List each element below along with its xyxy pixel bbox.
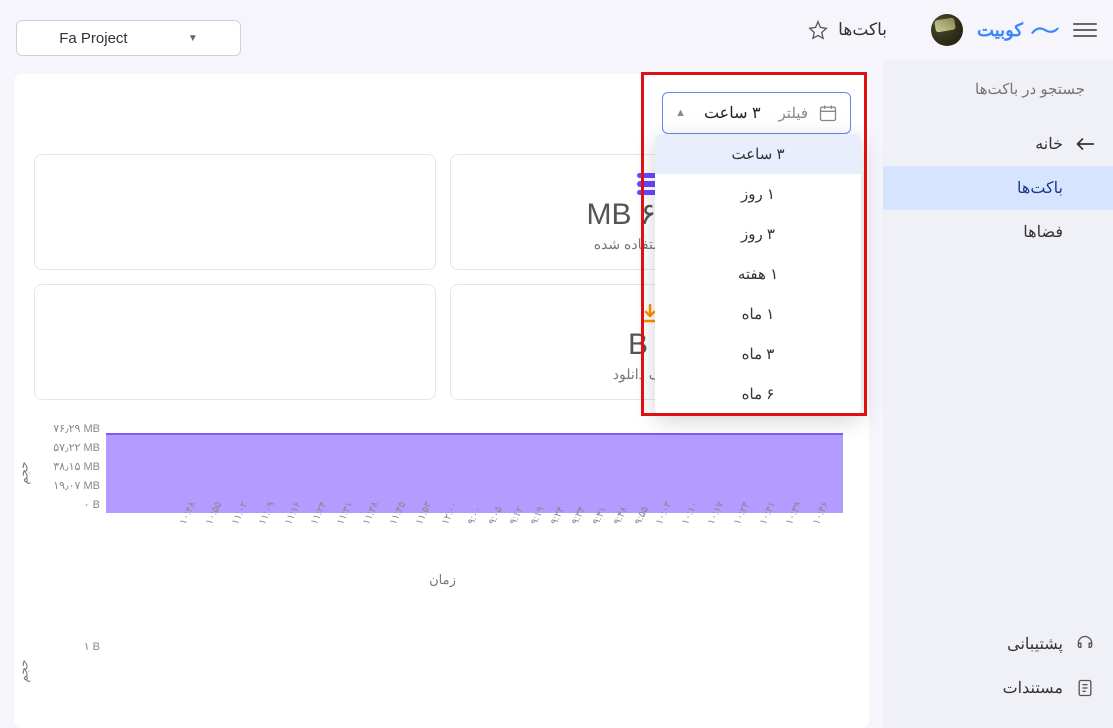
- filter-option[interactable]: ۱ ماه: [655, 294, 861, 334]
- filter-option[interactable]: ۳ ساعت: [655, 134, 861, 174]
- star-icon[interactable]: [808, 20, 828, 40]
- nav-docs[interactable]: مستندات: [883, 666, 1113, 710]
- wave-icon: [1031, 22, 1059, 38]
- filter-option[interactable]: ۶ ماه: [655, 374, 861, 414]
- sidebar: خانه باکت‌ها فضاها پشتیبانی مستندات: [883, 60, 1113, 728]
- filter-option[interactable]: ۱ هفته: [655, 254, 861, 294]
- nav-label: فضاها: [1023, 222, 1063, 242]
- time-filter-dropdown: ۳ ساعت۱ روز۳ روز۱ هفته۱ ماه۳ ماه۶ ماه: [655, 134, 861, 414]
- caret-down-icon: ▼: [188, 33, 198, 44]
- usage-chart: حجم ۷۶٫۲۹ MB ۵۷٫۲۲ MB ۳۸٫۱۵ MB ۱۹٫۰۷ MB …: [34, 418, 851, 588]
- x-axis-label: زمان: [34, 572, 851, 588]
- nav-spaces[interactable]: فضاها: [883, 210, 1113, 254]
- brand-name: کوبیت: [977, 20, 1023, 41]
- project-selected-label: Fa Project: [59, 30, 127, 47]
- stat-objects: ت‌ها: [34, 154, 436, 270]
- search-input[interactable]: [886, 81, 1085, 98]
- headset-icon: [1075, 634, 1095, 654]
- y-ticks: ۷۶٫۲۹ MB ۵۷٫۲۲ MB ۳۸٫۱۵ MB ۱۹٫۰۷ MB ۰ B: [34, 422, 100, 517]
- doc-icon: [1075, 678, 1095, 698]
- brand-logo[interactable]: کوبیت: [977, 20, 1059, 41]
- nav-list: خانه باکت‌ها فضاها: [883, 122, 1113, 254]
- y-axis-label: حجم: [17, 659, 31, 682]
- calendar-icon: [818, 103, 838, 123]
- filter-option[interactable]: ۳ ماه: [655, 334, 861, 374]
- nav-label: خانه: [1035, 134, 1063, 154]
- time-filter[interactable]: فیلتر ۳ ساعت ▲: [662, 92, 851, 134]
- nav-label: مستندات: [1003, 678, 1063, 698]
- caret-up-icon: ▲: [675, 107, 686, 119]
- filter-selected-value: ۳ ساعت: [704, 103, 761, 123]
- sidebar-search[interactable]: [883, 70, 1113, 108]
- chart-plot-area[interactable]: ۱۰:۴۸۱۰:۵۵۱۱:۰۲۱۱:۰۹۱۱:۱۶۱۱:۲۴۱۱:۳۱۱۱:۳۸…: [106, 418, 843, 568]
- stat-upload-traffic: آپلود: [34, 284, 436, 400]
- nav-label: باکت‌ها: [1017, 178, 1063, 198]
- menu-button[interactable]: [1073, 23, 1097, 37]
- filter-option[interactable]: ۱ روز: [655, 174, 861, 214]
- nav-home[interactable]: خانه: [883, 122, 1113, 166]
- nav-label: پشتیبانی: [1007, 634, 1063, 654]
- filter-label: فیلتر: [779, 104, 808, 122]
- nav-buckets[interactable]: باکت‌ها: [883, 166, 1113, 210]
- project-selector[interactable]: ▼ Fa Project: [16, 20, 241, 56]
- x-ticks: ۱۰:۴۸۱۰:۵۵۱۱:۰۲۱۱:۰۹۱۱:۱۶۱۱:۲۴۱۱:۳۱۱۱:۳۸…: [178, 516, 835, 568]
- sidebar-bottom: پشتیبانی مستندات: [883, 622, 1113, 710]
- y-axis-label: حجم: [17, 461, 31, 484]
- chart-series-line: [106, 433, 843, 435]
- nav-support[interactable]: پشتیبانی: [883, 622, 1113, 666]
- filter-row: فیلتر ۳ ساعت ▲: [34, 92, 851, 134]
- arrow-left-icon: [1075, 137, 1095, 151]
- user-avatar[interactable]: [931, 14, 963, 46]
- breadcrumb[interactable]: باکت‌ها: [838, 20, 887, 40]
- y-tick: ۱ B: [34, 640, 100, 653]
- filter-option[interactable]: ۳ روز: [655, 214, 861, 254]
